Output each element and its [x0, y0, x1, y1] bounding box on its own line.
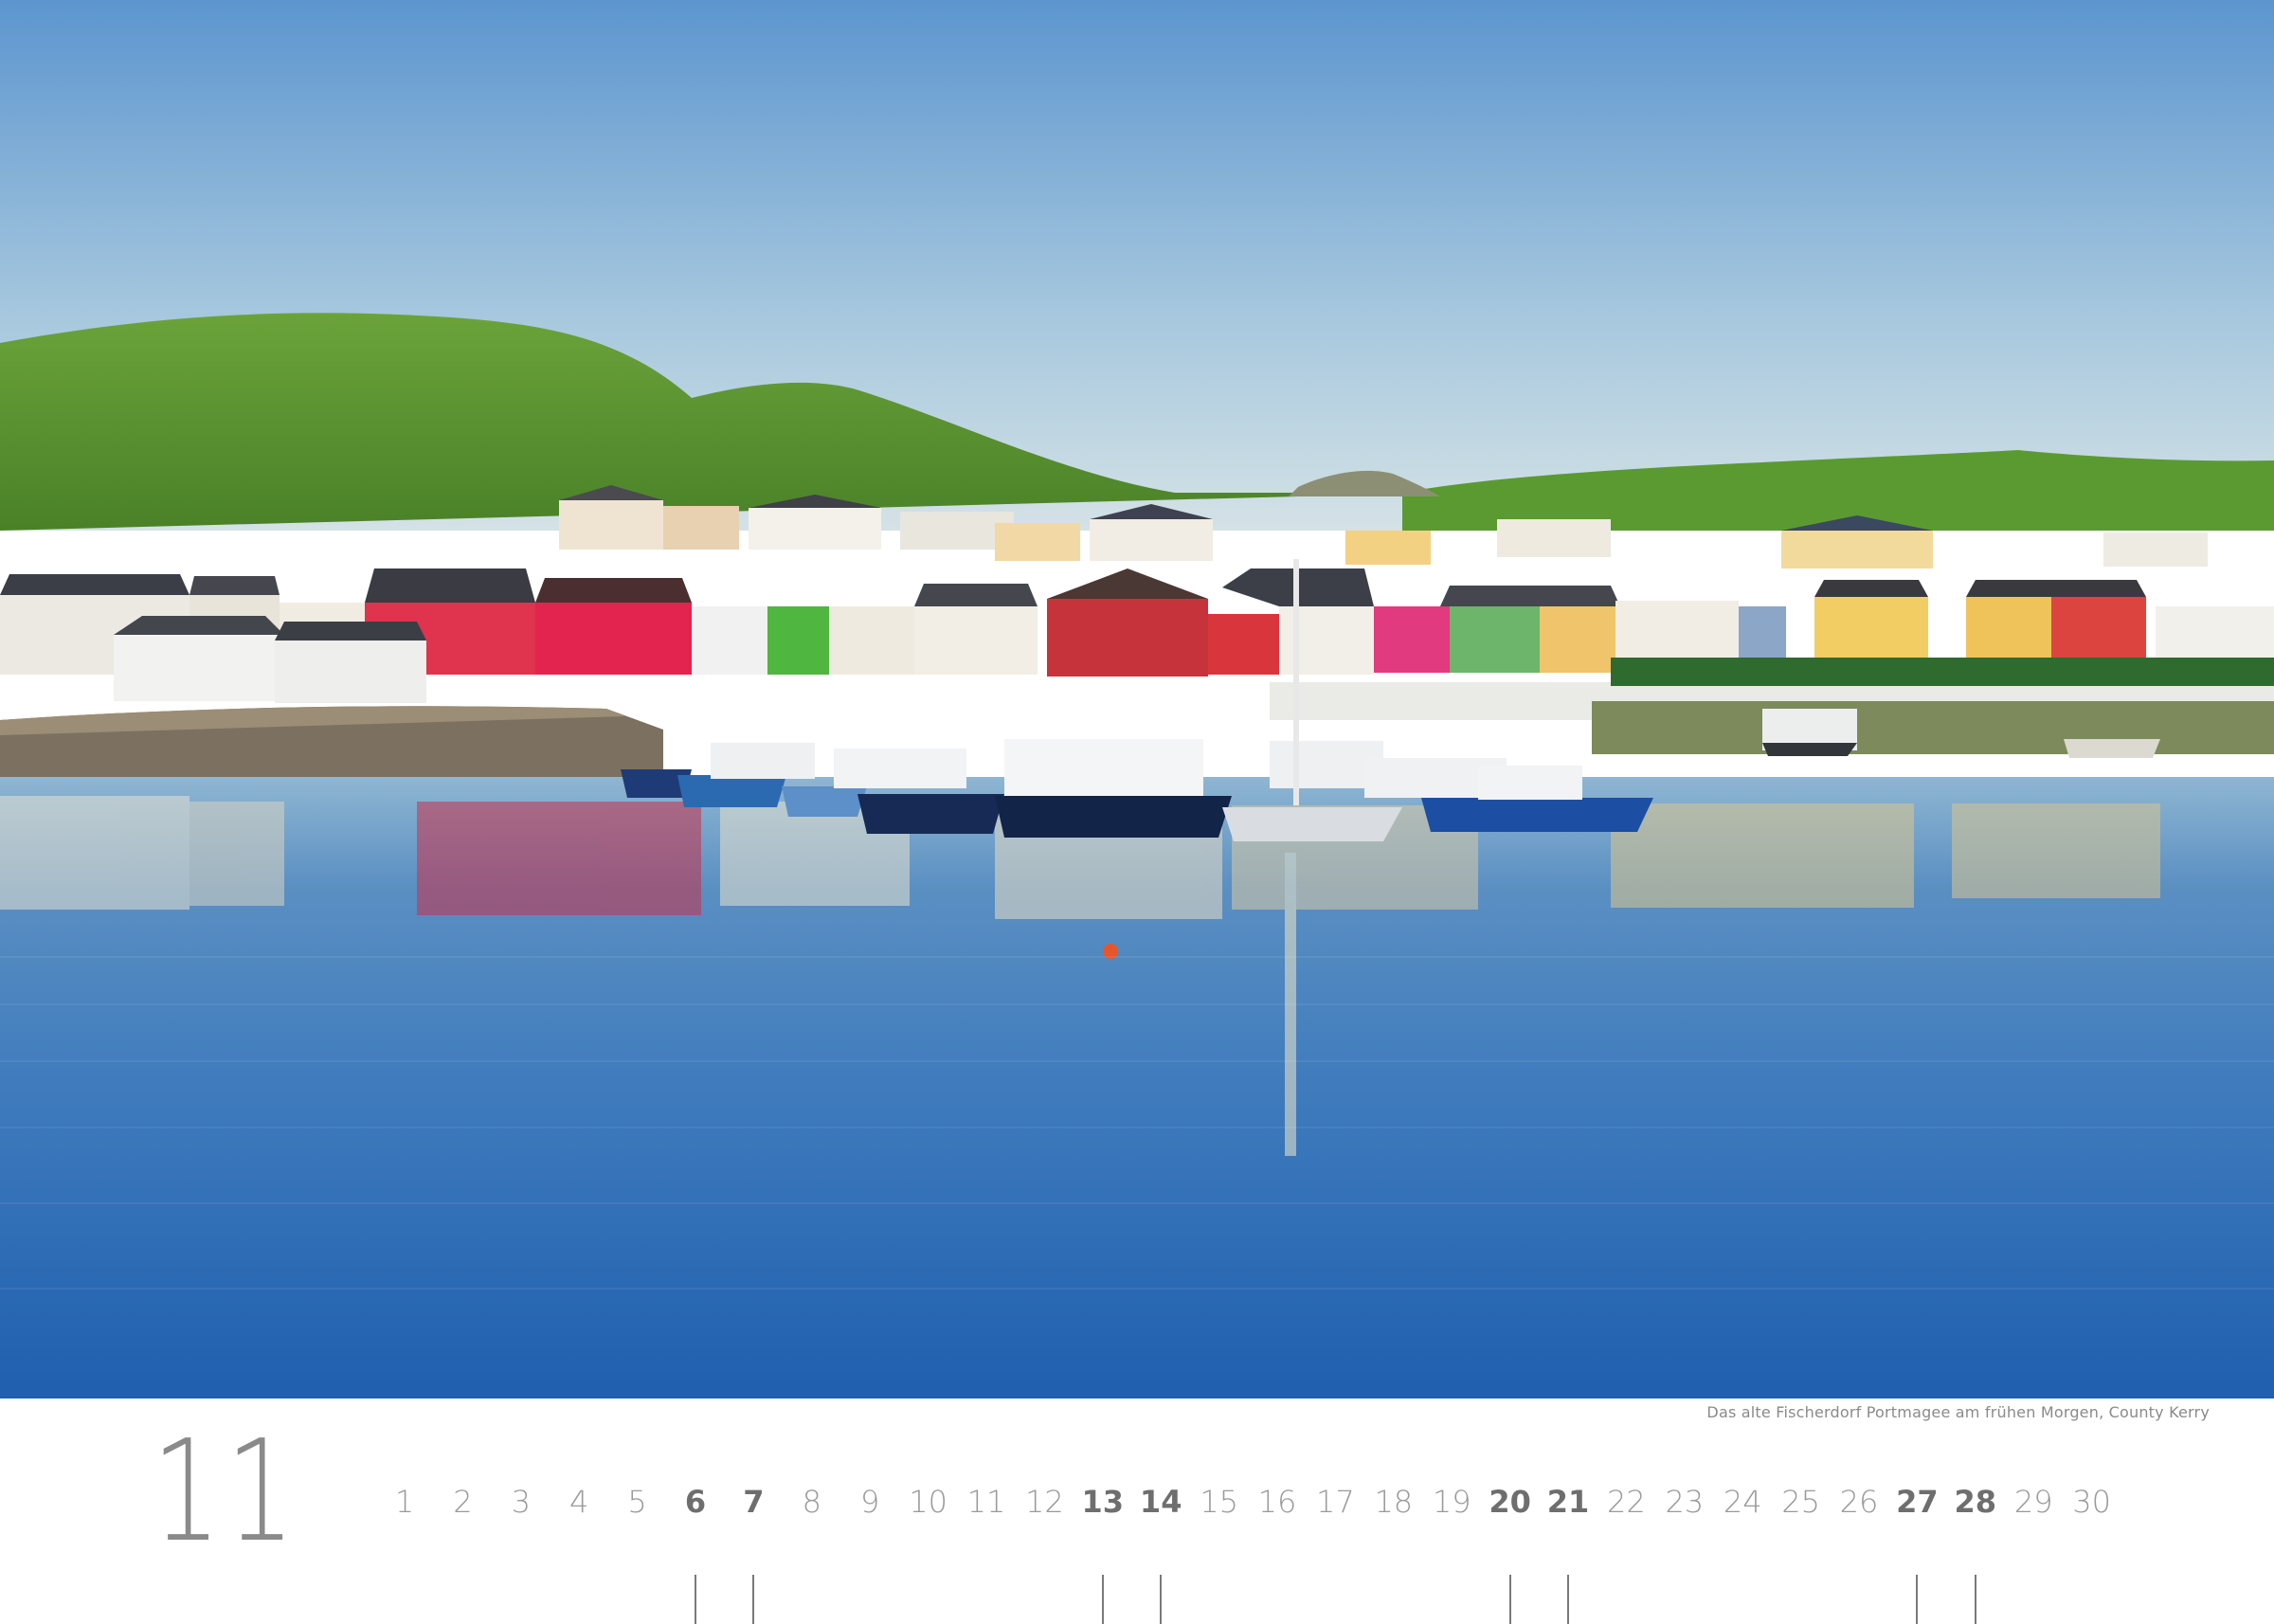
- pier-right: [1592, 701, 2274, 754]
- day-number: 28: [1954, 1484, 1997, 1520]
- day-number: 9: [860, 1484, 880, 1520]
- day-number: 20: [1489, 1484, 1531, 1520]
- weekend-tick-mark: [695, 1575, 696, 1624]
- weekend-tick-mark: [1974, 1575, 1976, 1624]
- day-number: 21: [1546, 1484, 1590, 1520]
- weekend-tick-mark: [1567, 1575, 1569, 1624]
- hedge: [1611, 658, 2274, 686]
- day-number: 26: [1839, 1484, 1879, 1520]
- weekend-tick-mark: [1916, 1575, 1919, 1624]
- photo-caption: Das alte Fischerdorf Portmagee am frühen…: [1706, 1403, 2210, 1421]
- harbor-photo: [0, 0, 2274, 1398]
- day-number: 2: [453, 1484, 473, 1520]
- day-number: 5: [627, 1484, 647, 1520]
- day-number: 18: [1374, 1484, 1414, 1520]
- day-number: 15: [1200, 1484, 1238, 1520]
- day-number: 29: [2013, 1484, 2053, 1520]
- weekend-tick-mark: [752, 1575, 755, 1624]
- day-number: 6: [684, 1484, 707, 1520]
- weekend-tick-mark: [1160, 1575, 1163, 1624]
- day-number: 25: [1781, 1484, 1820, 1520]
- day-number: 4: [569, 1484, 589, 1520]
- weekend-tick-mark: [1101, 1575, 1104, 1624]
- day-number: 17: [1316, 1484, 1355, 1520]
- day-number: 23: [1665, 1484, 1705, 1520]
- day-number: 16: [1257, 1484, 1297, 1520]
- day-number: 30: [2072, 1484, 2111, 1520]
- day-number: 3: [511, 1484, 531, 1520]
- weekend-tick-mark: [1508, 1575, 1511, 1624]
- day-strip: 1 2 3 4 5 6 7 8 9 10 11 12 13 14 15 16 17 18 19 20 21 22 23 24 2…: [0, 1484, 2274, 1624]
- day-number: 8: [802, 1484, 821, 1520]
- day-number: 13: [1081, 1484, 1125, 1520]
- day-number: 10: [909, 1484, 948, 1520]
- day-number: 22: [1607, 1484, 1646, 1520]
- day-number: 1: [394, 1484, 415, 1520]
- day-number: 19: [1432, 1484, 1471, 1520]
- day-number: 14: [1139, 1484, 1182, 1520]
- harbor-illustration: [0, 0, 2274, 1398]
- day-number: 11: [966, 1484, 1006, 1520]
- day-number: 24: [1723, 1484, 1762, 1520]
- day-number: 12: [1025, 1484, 1064, 1520]
- day-number: 27: [1896, 1484, 1939, 1520]
- day-number: 7: [743, 1484, 765, 1520]
